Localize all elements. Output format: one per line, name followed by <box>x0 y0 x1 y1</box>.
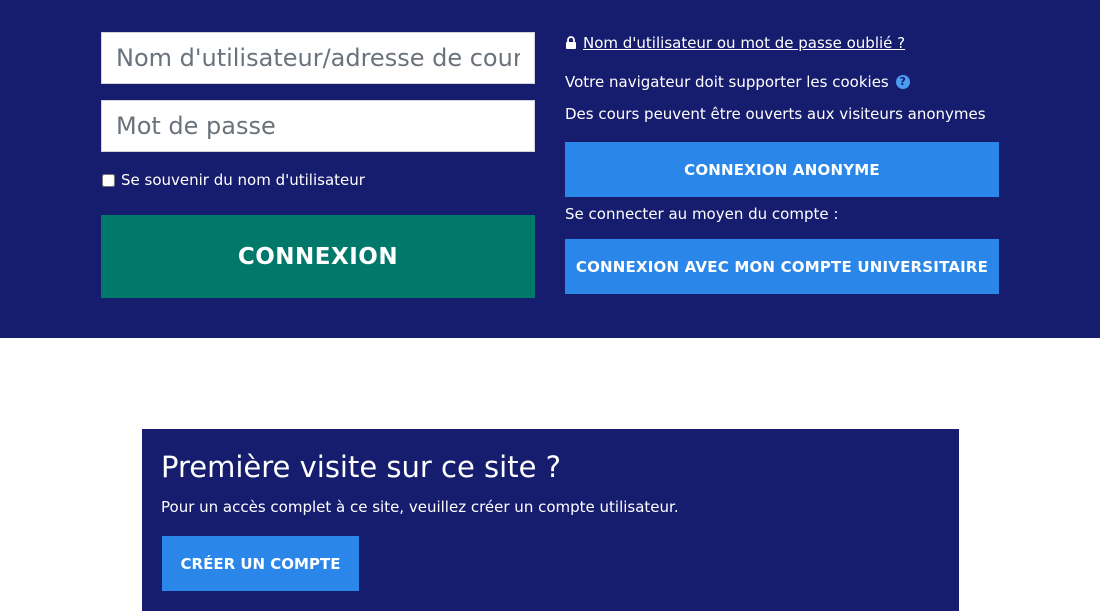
forgot-password-label: Nom d'utilisateur ou mot de passe oublié… <box>583 34 906 52</box>
username-input[interactable] <box>101 32 535 84</box>
remember-label: Se souvenir du nom d'utilisateur <box>121 171 365 189</box>
login-button[interactable]: CONNEXION <box>101 215 535 298</box>
signup-title: Première visite sur ce site ? <box>161 450 562 484</box>
remember-checkbox[interactable] <box>102 173 115 187</box>
cookies-notice: Votre navigateur doit supporter les cook… <box>565 72 910 92</box>
lock-icon <box>566 36 576 49</box>
signup-description: Pour un accès complet à ce site, veuille… <box>161 498 679 516</box>
remember-username[interactable]: Se souvenir du nom d'utilisateur <box>101 170 365 190</box>
cookies-text: Votre navigateur doit supporter les cook… <box>565 73 889 91</box>
university-login-button[interactable]: CONNEXION AVEC MON COMPTE UNIVERSITAIRE <box>565 239 999 294</box>
guest-login-button[interactable]: CONNEXION ANONYME <box>565 142 999 197</box>
question-circle-icon[interactable]: ? <box>895 75 910 89</box>
signup-panel: Première visite sur ce site ? Pour un ac… <box>142 429 959 611</box>
connect-via-text: Se connecter au moyen du compte : <box>565 205 839 223</box>
forgot-password-link[interactable]: Nom d'utilisateur ou mot de passe oublié… <box>565 33 905 53</box>
password-input[interactable] <box>101 100 535 152</box>
guest-access-text: Des cours peuvent être ouverts aux visit… <box>565 105 986 123</box>
create-account-button[interactable]: CRÉER UN COMPTE <box>162 536 359 591</box>
